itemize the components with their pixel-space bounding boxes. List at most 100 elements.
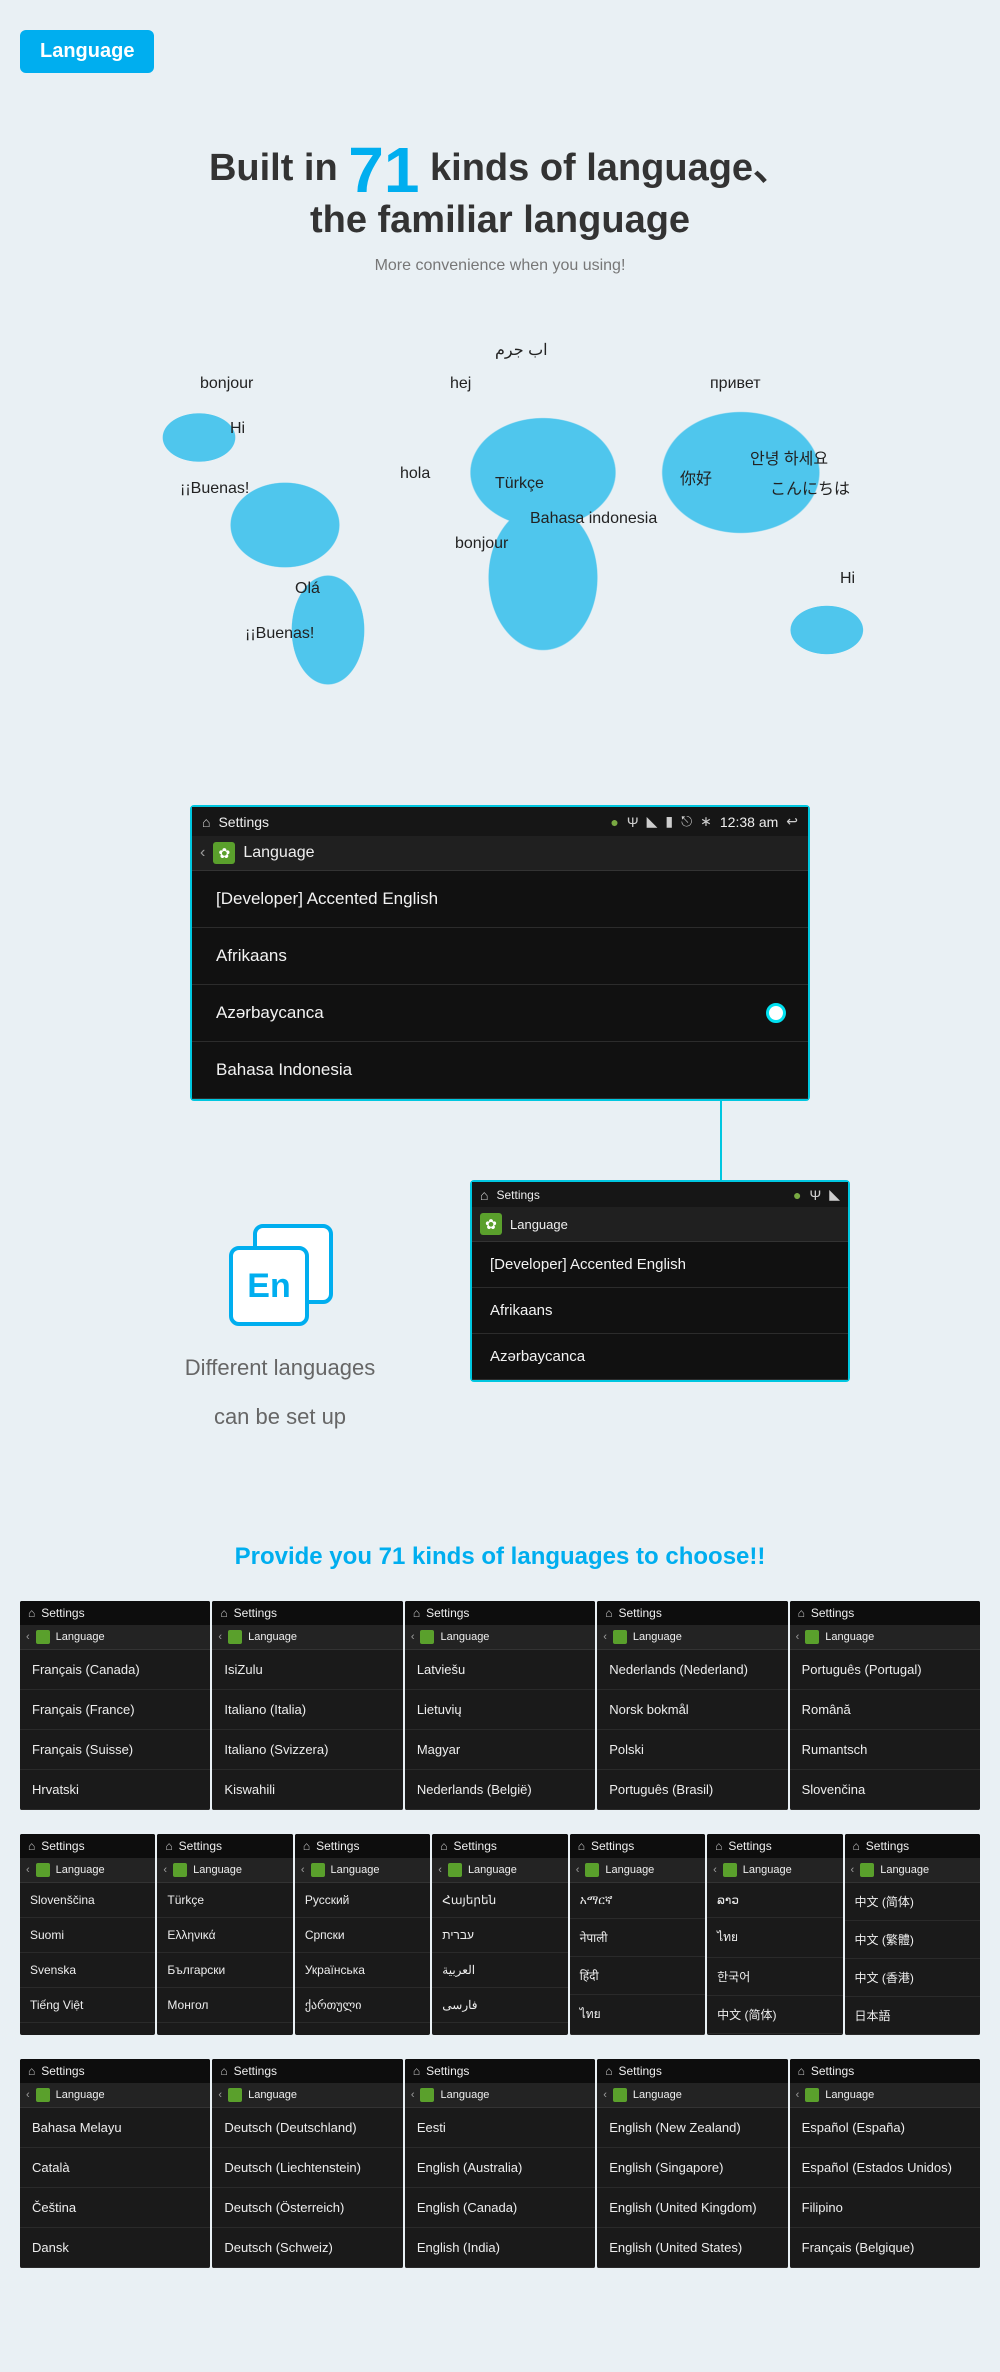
language-option[interactable]: עברית — [432, 1918, 567, 1953]
language-option[interactable]: 中文 (简体) — [845, 1883, 980, 1921]
language-option[interactable]: Azərbaycanca — [192, 985, 808, 1042]
language-option[interactable]: Kiswahili — [212, 1770, 402, 1810]
language-option[interactable]: Nederlands (Nederland) — [597, 1650, 787, 1690]
chevron-left-icon: ‹ — [713, 1864, 717, 1876]
language-option[interactable]: Italiano (Svizzera) — [212, 1730, 402, 1770]
language-option[interactable]: Français (Suisse) — [20, 1730, 210, 1770]
language-option[interactable]: Latviešu — [405, 1650, 595, 1690]
language-option[interactable]: Svenska — [20, 1953, 155, 1988]
language-option[interactable]: Bahasa Indonesia — [192, 1042, 808, 1099]
language-option[interactable]: English (Canada) — [405, 2188, 595, 2228]
language-option[interactable]: Português (Portugal) — [790, 1650, 980, 1690]
language-option[interactable]: Afrikaans — [472, 1288, 848, 1334]
language-option[interactable]: العربية — [432, 1953, 567, 1988]
language-option[interactable]: ไทย — [707, 1918, 842, 1958]
language-option[interactable]: አማርኛ — [570, 1883, 705, 1919]
language-option[interactable]: Azərbaycanca — [472, 1334, 848, 1380]
language-option[interactable]: Español (Estados Unidos) — [790, 2148, 980, 2188]
grid-settings-label: Settings — [618, 1606, 661, 1620]
language-option[interactable]: Italiano (Italia) — [212, 1690, 402, 1730]
language-option[interactable]: Українська — [295, 1953, 430, 1988]
language-option[interactable]: Lietuvių — [405, 1690, 595, 1730]
language-option[interactable]: Čeština — [20, 2188, 210, 2228]
language-option[interactable]: 中文 (繁體) — [845, 1921, 980, 1959]
language-option[interactable]: 日本語 — [845, 1997, 980, 2035]
gear-icon — [420, 1630, 434, 1644]
language-option[interactable]: नेपाली — [570, 1919, 705, 1957]
language-option[interactable]: Dansk — [20, 2228, 210, 2268]
language-option[interactable]: Română — [790, 1690, 980, 1730]
language-option[interactable]: English (United States) — [597, 2228, 787, 2268]
grid-language-label: Language — [743, 1864, 792, 1876]
language-option[interactable]: ไทย — [570, 1995, 705, 2035]
language-option[interactable]: Български — [157, 1953, 292, 1988]
chevron-left-icon: ‹ — [411, 1631, 415, 1643]
grid-language-label: Language — [633, 2089, 682, 2101]
language-option[interactable]: Türkçe — [157, 1883, 292, 1918]
language-option[interactable]: ქართული — [295, 1988, 430, 2023]
language-grid-column: ⌂Settings‹LanguageNederlands (Nederland)… — [597, 1601, 787, 1810]
language-option[interactable]: Magyar — [405, 1730, 595, 1770]
language-option[interactable]: Español (España) — [790, 2108, 980, 2148]
language-option[interactable]: English (India) — [405, 2228, 595, 2268]
language-option[interactable]: Français (Canada) — [20, 1650, 210, 1690]
language-option[interactable]: English (New Zealand) — [597, 2108, 787, 2148]
grid-settings-label: Settings — [41, 1839, 84, 1853]
language-option[interactable]: IsiZulu — [212, 1650, 402, 1690]
language-option[interactable]: English (United Kingdom) — [597, 2188, 787, 2228]
language-option[interactable]: Rumantsch — [790, 1730, 980, 1770]
language-option[interactable]: Deutsch (Liechtenstein) — [212, 2148, 402, 2188]
language-option[interactable]: Монгол — [157, 1988, 292, 2023]
language-option[interactable]: [Developer] Accented English — [192, 871, 808, 928]
back-icon: ↩ — [786, 813, 798, 830]
language-option[interactable]: Ελληνικά — [157, 1918, 292, 1953]
grid-language-label: Language — [825, 1631, 874, 1643]
map-greeting-label: bonjour — [455, 535, 508, 553]
grid-col-subheader: ‹Language — [790, 1625, 980, 1650]
language-option[interactable]: Deutsch (Deutschland) — [212, 2108, 402, 2148]
grid-col-header: ⌂Settings — [20, 1834, 155, 1858]
language-option[interactable]: Deutsch (Österreich) — [212, 2188, 402, 2228]
language-option[interactable]: Eesti — [405, 2108, 595, 2148]
language-option[interactable]: English (Australia) — [405, 2148, 595, 2188]
language-option[interactable]: Hrvatski — [20, 1770, 210, 1810]
language-option[interactable]: Slovenščina — [20, 1883, 155, 1918]
language-option[interactable]: Bahasa Melayu — [20, 2108, 210, 2148]
map-greeting-label: Bahasa indonesia — [530, 510, 657, 528]
language-option[interactable]: ລາວ — [707, 1883, 842, 1918]
chevron-left-icon: ‹ — [411, 2089, 415, 2101]
headline-suffix: kinds of language、 — [430, 147, 791, 189]
language-option[interactable]: Suomi — [20, 1918, 155, 1953]
language-option[interactable]: Tiếng Việt — [20, 1988, 155, 2023]
headline-number: 71 — [348, 134, 419, 206]
language-option[interactable]: Nederlands (België) — [405, 1770, 595, 1810]
en-card-front: En — [229, 1246, 309, 1326]
language-grid-column: ⌂Settings‹Languageລາວไทย한국어中文 (简体) — [707, 1834, 842, 2035]
language-option[interactable]: Afrikaans — [192, 928, 808, 985]
status-bar-small: ⌂ Settings ● Ψ ◣ — [472, 1182, 848, 1207]
language-option[interactable]: Deutsch (Schweiz) — [212, 2228, 402, 2268]
language-option[interactable]: Français (France) — [20, 1690, 210, 1730]
home-icon: ⌂ — [28, 2064, 35, 2078]
language-option[interactable]: Русский — [295, 1883, 430, 1918]
chevron-left-icon: ‹ — [218, 2089, 222, 2101]
language-option[interactable]: Português (Brasil) — [597, 1770, 787, 1810]
language-option[interactable]: Հայերեն — [432, 1883, 567, 1918]
language-option[interactable]: Filipino — [790, 2188, 980, 2228]
chevron-left-icon: ‹ — [301, 1864, 305, 1876]
language-option[interactable]: Català — [20, 2148, 210, 2188]
language-option[interactable]: हिंदी — [570, 1957, 705, 1995]
language-option[interactable]: Slovenčina — [790, 1770, 980, 1810]
language-option[interactable]: [Developer] Accented English — [472, 1242, 848, 1288]
language-option[interactable]: Српски — [295, 1918, 430, 1953]
language-option[interactable]: Norsk bokmål — [597, 1690, 787, 1730]
language-option[interactable]: 한국어 — [707, 1958, 842, 1996]
language-option[interactable]: Polski — [597, 1730, 787, 1770]
grid-settings-label: Settings — [234, 2064, 277, 2078]
language-option[interactable]: 中文 (简体) — [707, 1996, 842, 2034]
language-option[interactable]: Français (Belgique) — [790, 2228, 980, 2268]
language-option[interactable]: 中文 (香港) — [845, 1959, 980, 1997]
language-option[interactable]: فارسی — [432, 1988, 567, 2023]
grid-col-header: ⌂Settings — [597, 1601, 787, 1625]
language-option[interactable]: English (Singapore) — [597, 2148, 787, 2188]
